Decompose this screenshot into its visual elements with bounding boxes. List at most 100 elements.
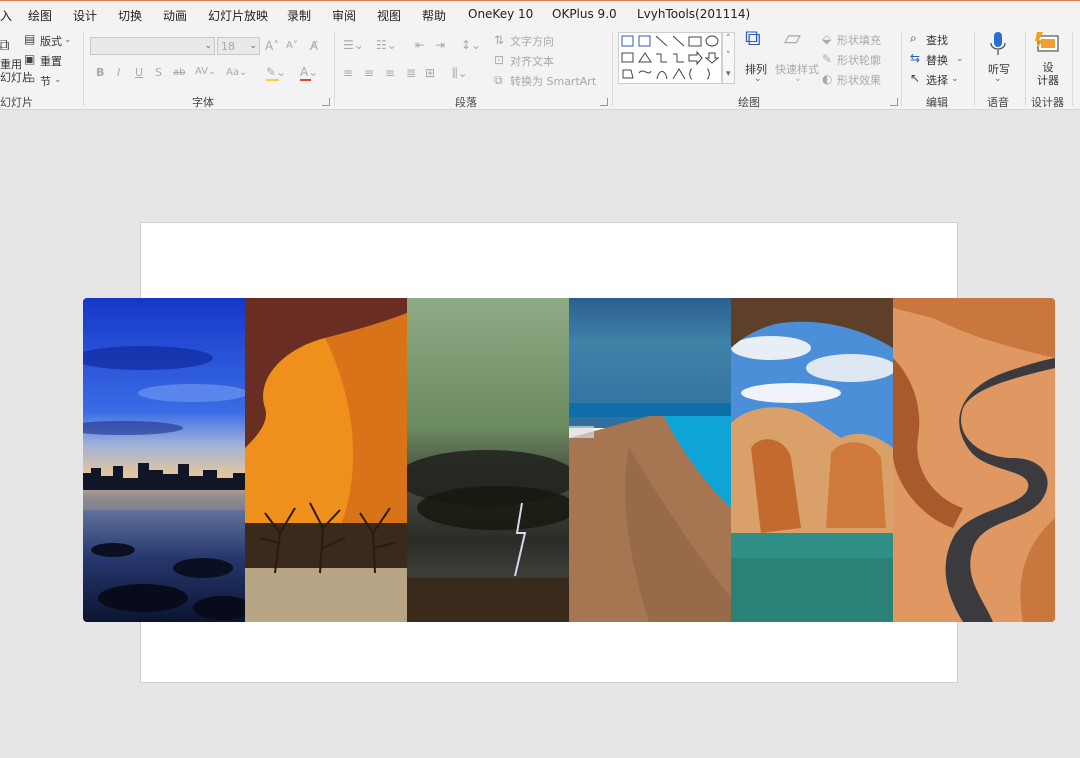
font-color-icon[interactable]: A⌄ [300, 65, 318, 79]
reset-icon: ▣ [24, 52, 36, 66]
section-button[interactable]: 节 [40, 73, 51, 89]
tab-draw[interactable]: 绘图 [28, 7, 52, 24]
change-case-icon[interactable]: Aa⌄ [226, 66, 247, 80]
justify-icon[interactable]: ≣ [406, 66, 416, 80]
shape-outline-button[interactable]: 形状轮廓 [837, 52, 881, 68]
tab-insert[interactable]: 入 [0, 7, 12, 24]
align-center-icon[interactable]: ≡ [364, 66, 374, 80]
separator [901, 32, 902, 106]
shapes-gallery[interactable] [618, 32, 722, 84]
replace-dropdown-icon[interactable]: ⌄ [956, 54, 964, 64]
select-button[interactable]: 选择 [926, 72, 948, 88]
font-name-combobox[interactable]: ⌄ [90, 37, 215, 55]
tab-view[interactable]: 视图 [377, 7, 401, 24]
distributed-icon[interactable]: ⊞ [425, 66, 435, 80]
slide-image-night-city-lake[interactable] [83, 298, 245, 622]
section-dropdown-icon[interactable]: ⌄ [54, 75, 62, 85]
ribbon: ⧉ 重用 幻灯片 ▤ 版式 ⌄ ▣ 重置 ▭ 节 ⌄ 幻灯片 ⌄ 18 ⌄ A˄… [0, 28, 1080, 110]
character-spacing-icon[interactable]: AV⌄ [195, 65, 216, 79]
layout-dropdown-icon[interactable]: ⌄ [64, 35, 72, 45]
tab-review[interactable]: 审阅 [332, 7, 356, 24]
decrease-indent-icon[interactable]: ⇤ [415, 38, 425, 52]
underline-icon[interactable]: U [135, 66, 143, 80]
increase-indent-icon[interactable]: ⇥ [435, 38, 445, 52]
columns-icon[interactable]: ⫼⌄ [452, 66, 468, 80]
layout-button[interactable]: 版式 [40, 33, 62, 49]
tab-slideshow[interactable]: 幻灯片放映 [208, 7, 268, 24]
tab-design[interactable]: 设计 [73, 7, 97, 24]
shape-outline-icon: ✎ [822, 52, 833, 66]
paragraph-dialog-launcher-icon[interactable] [600, 98, 608, 106]
voice-group-label: 语音 [987, 96, 1009, 109]
find-icon: ⌕ [910, 31, 917, 45]
align-text-icon: ⊡ [494, 53, 505, 67]
slide-image-desert-dune[interactable] [245, 298, 407, 622]
tab-transitions[interactable]: 切换 [118, 7, 142, 24]
tab-okplus[interactable]: OKPlus 9.0 [552, 7, 617, 21]
replace-icon: ⇆ [910, 51, 921, 65]
font-group-label: 字体 [192, 96, 214, 109]
quick-styles-dropdown-icon[interactable]: ⌄ [794, 74, 802, 84]
ribbon-tab-bar: 入 绘图 设计 切换 动画 幻灯片放映 录制 审阅 视图 帮助 OneKey 1… [0, 0, 1080, 28]
bold-icon[interactable]: B [96, 66, 104, 80]
image-strip[interactable] [83, 298, 1055, 622]
slide-image-sea-cliffs[interactable] [731, 298, 893, 622]
section-icon: ▭ [24, 72, 36, 86]
numbering-icon[interactable]: ☷⌄ [376, 38, 397, 52]
separator [974, 32, 975, 106]
decrease-font-size-icon[interactable]: A˅ [286, 39, 298, 53]
shapes-gallery-icons [621, 35, 720, 80]
separator [1025, 32, 1026, 106]
strikethrough-icon[interactable]: ab [173, 66, 185, 80]
select-icon: ↖ [910, 71, 921, 85]
separator [612, 32, 613, 106]
tab-animations[interactable]: 动画 [163, 7, 187, 24]
reset-button[interactable]: 重置 [40, 53, 62, 69]
drawing-dialog-launcher-icon[interactable] [890, 98, 898, 106]
drawing-group-label: 绘图 [738, 96, 760, 109]
highlight-color-swatch [266, 79, 279, 81]
reuse-slides-icon[interactable]: ⧉ [0, 37, 9, 53]
designer-button[interactable]: 设 计器 [1037, 61, 1059, 87]
designer-icon[interactable] [1034, 31, 1060, 55]
italic-icon[interactable]: I [117, 66, 120, 80]
slide-image-storm-lightning[interactable] [407, 298, 569, 622]
convert-smartart-button[interactable]: 转换为 SmartArt [510, 73, 596, 89]
arrange-dropdown-icon[interactable]: ⌄ [754, 74, 762, 84]
replace-button[interactable]: 替换 [926, 52, 948, 68]
highlight-color-icon[interactable]: ✎⌄ [266, 65, 286, 79]
slide-image-mountain-road[interactable] [893, 298, 1055, 622]
align-text-button[interactable]: 对齐文本 [510, 53, 554, 69]
font-size-combobox[interactable]: 18 ⌄ [217, 37, 260, 55]
line-spacing-icon[interactable]: ↕⌄ [461, 38, 481, 52]
microphone-icon[interactable] [989, 31, 1007, 57]
align-left-icon[interactable]: ≡ [343, 66, 353, 80]
quick-styles-icon: ▱ [784, 26, 801, 51]
slide-image-beach-coast[interactable] [569, 298, 731, 622]
bullets-icon[interactable]: ☰⌄ [343, 38, 364, 52]
tab-lvyhtools[interactable]: LvyhTools(201114) [637, 7, 750, 21]
shadow-icon[interactable]: S [155, 66, 162, 80]
gallery-more-icon[interactable]: ▾ [726, 69, 731, 79]
shape-fill-button[interactable]: 形状填充 [837, 32, 881, 48]
shapes-gallery-scrollbar[interactable]: ˄ ˅ ▾ [722, 32, 735, 84]
text-direction-icon: ⇅ [494, 33, 505, 47]
tab-onekey[interactable]: OneKey 10 [468, 7, 533, 21]
paragraph-group-label: 段落 [455, 96, 477, 109]
font-dialog-launcher-icon[interactable] [322, 98, 330, 106]
scroll-up-icon[interactable]: ˄ [726, 34, 731, 44]
font-name-dropdown-icon[interactable]: ⌄ [204, 41, 212, 51]
clear-formatting-icon[interactable]: A̸ [310, 39, 318, 53]
text-direction-button[interactable]: 文字方向 [510, 33, 554, 49]
shape-effects-button[interactable]: 形状效果 [837, 72, 881, 88]
select-dropdown-icon[interactable]: ⌄ [951, 74, 959, 84]
tab-help[interactable]: 帮助 [422, 7, 446, 24]
find-button[interactable]: 查找 [926, 32, 948, 48]
scroll-down-icon[interactable]: ˅ [726, 51, 731, 61]
tab-record[interactable]: 录制 [287, 7, 311, 24]
dictate-dropdown-icon[interactable]: ⌄ [994, 74, 1002, 84]
align-right-icon[interactable]: ≡ [385, 66, 395, 80]
font-size-dropdown-icon[interactable]: ⌄ [249, 41, 257, 51]
separator [1072, 32, 1073, 106]
increase-font-size-icon[interactable]: A˄ [265, 39, 279, 53]
